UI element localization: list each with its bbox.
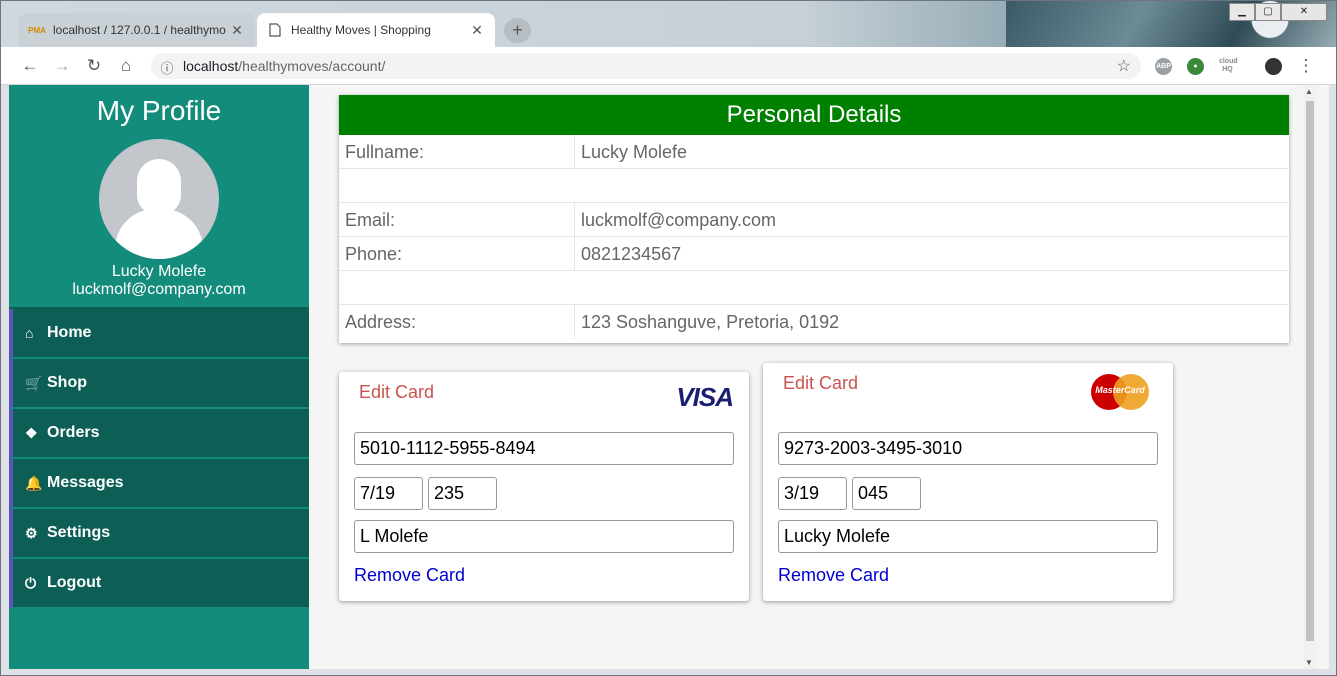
mastercard-logo: MasterCard [1091, 374, 1149, 410]
card-holder-input[interactable] [354, 520, 734, 553]
cubes-icon: ❖ [25, 424, 38, 441]
info-icon[interactable]: ⓘ [159, 58, 175, 76]
page-viewport: My Profile Lucky Molefe luckmolf@company… [9, 85, 1329, 669]
card-number-input[interactable] [354, 432, 734, 465]
menu-item-logout[interactable]: ⏻ Logout [9, 559, 309, 609]
edit-card-link[interactable]: Edit Card [783, 373, 858, 394]
tab-title: localhost / 127.0.0.1 / healthymo [53, 23, 226, 37]
reload-icon[interactable]: ↻ [85, 57, 103, 75]
card-cvv-input[interactable] [428, 477, 497, 510]
adblock-icon[interactable]: ABP [1155, 58, 1172, 75]
profile-title: My Profile [96, 95, 222, 126]
close-tab-icon[interactable]: ✕ [229, 22, 245, 39]
close-tab-icon[interactable]: ✕ [469, 22, 485, 39]
detail-row-email: Email: luckmolf@company.com [339, 203, 1289, 237]
personal-details-header: Personal Details [339, 95, 1289, 135]
remove-card-link[interactable]: Remove Card [354, 565, 465, 586]
gears-icon: ⚙ [25, 524, 38, 541]
detail-row-empty [339, 169, 1289, 203]
scroll-down-arrow-icon[interactable]: ▼ [1305, 658, 1313, 667]
menu-item-orders[interactable]: ❖ Orders [9, 409, 309, 459]
user-name: Lucky Molefe [111, 263, 207, 280]
cloudhq-icon[interactable]: cloud HQ [1219, 58, 1238, 75]
forward-icon[interactable]: → [53, 57, 71, 75]
card-expiry-input[interactable] [778, 477, 847, 510]
bell-icon: 🔔 [25, 474, 43, 491]
maximize-button[interactable]: ▢ [1255, 3, 1281, 21]
card-number-input[interactable] [778, 432, 1158, 465]
card-holder-input[interactable] [778, 520, 1158, 553]
main-content: Personal Details Fullname: Lucky Molefe E… [327, 85, 1317, 669]
tab-title: Healthy Moves | Shopping [291, 23, 431, 37]
window-controls: ▁ ▢ ✕ [1229, 3, 1327, 21]
sidebar: My Profile Lucky Molefe luckmolf@company… [9, 85, 309, 669]
detail-row-address: Address: 123 Soshanguve, Pretoria, 0192 [339, 305, 1289, 339]
browser-window: PMA localhost / 127.0.0.1 / healthymo ✕ … [0, 0, 1337, 676]
personal-details-table: Personal Details Fullname: Lucky Molefe E… [339, 95, 1289, 343]
power-icon: ⏻ [25, 574, 37, 591]
tab-strip: PMA localhost / 127.0.0.1 / healthymo ✕ … [1, 1, 1336, 47]
tab-healthy-moves[interactable]: Healthy Moves | Shopping ✕ [257, 13, 495, 47]
extension-globe-icon[interactable]: ● [1187, 58, 1204, 75]
visa-card-panel: Edit Card VISA Remove Card [339, 372, 749, 601]
edit-card-link[interactable]: Edit Card [359, 382, 434, 403]
back-icon[interactable]: ← [21, 57, 39, 75]
menu-kebab-icon[interactable]: ⋮ [1297, 57, 1315, 75]
remove-card-link[interactable]: Remove Card [778, 565, 889, 586]
menu-item-shop[interactable]: 🛒 Shop [9, 359, 309, 409]
avatar [99, 139, 219, 259]
profile-avatar-icon[interactable] [1265, 58, 1282, 75]
card-cvv-input[interactable] [852, 477, 921, 510]
page-scrollbar[interactable]: ▲ ▼ [1303, 85, 1317, 669]
detail-row-phone: Phone: 0821234567 [339, 237, 1289, 271]
cart-icon: 🛒 [25, 374, 43, 391]
visa-logo: VISA [676, 382, 734, 412]
mastercard-card-panel: Edit Card MasterCard Remove Card [763, 363, 1173, 601]
detail-row-empty [339, 271, 1289, 305]
menu-item-home[interactable]: ⌂ Home [9, 309, 309, 359]
scroll-up-arrow-icon[interactable]: ▲ [1305, 87, 1313, 96]
tab-phpmyadmin[interactable]: PMA localhost / 127.0.0.1 / healthymo ✕ [19, 13, 255, 47]
bookmark-star-icon[interactable]: ☆ [1117, 56, 1131, 76]
profile-panel: My Profile Lucky Molefe luckmolf@company… [9, 85, 309, 309]
new-tab-button[interactable]: + [504, 18, 531, 43]
address-bar[interactable]: ⓘ localhost/healthymoves/account/ ☆ [151, 53, 1141, 79]
minimize-button[interactable]: ▁ [1229, 3, 1255, 21]
card-expiry-input[interactable] [354, 477, 423, 510]
window-close-button[interactable]: ✕ [1281, 3, 1327, 21]
scrollbar-thumb[interactable] [1306, 101, 1314, 641]
page-icon [267, 22, 283, 38]
home-icon[interactable]: ⌂ [117, 57, 135, 75]
menu-item-settings[interactable]: ⚙ Settings [9, 509, 309, 559]
phpmyadmin-icon: PMA [28, 25, 46, 35]
menu-item-messages[interactable]: 🔔 Messages [9, 459, 309, 509]
browser-toolbar: ← → ↻ ⌂ ⓘ localhost/healthymoves/account… [1, 47, 1336, 85]
url-text: localhost/healthymoves/account/ [183, 58, 386, 74]
home-icon: ⌂ [25, 325, 34, 341]
user-email: luckmolf@company.com [72, 281, 246, 298]
detail-row-fullname: Fullname: Lucky Molefe [339, 135, 1289, 169]
